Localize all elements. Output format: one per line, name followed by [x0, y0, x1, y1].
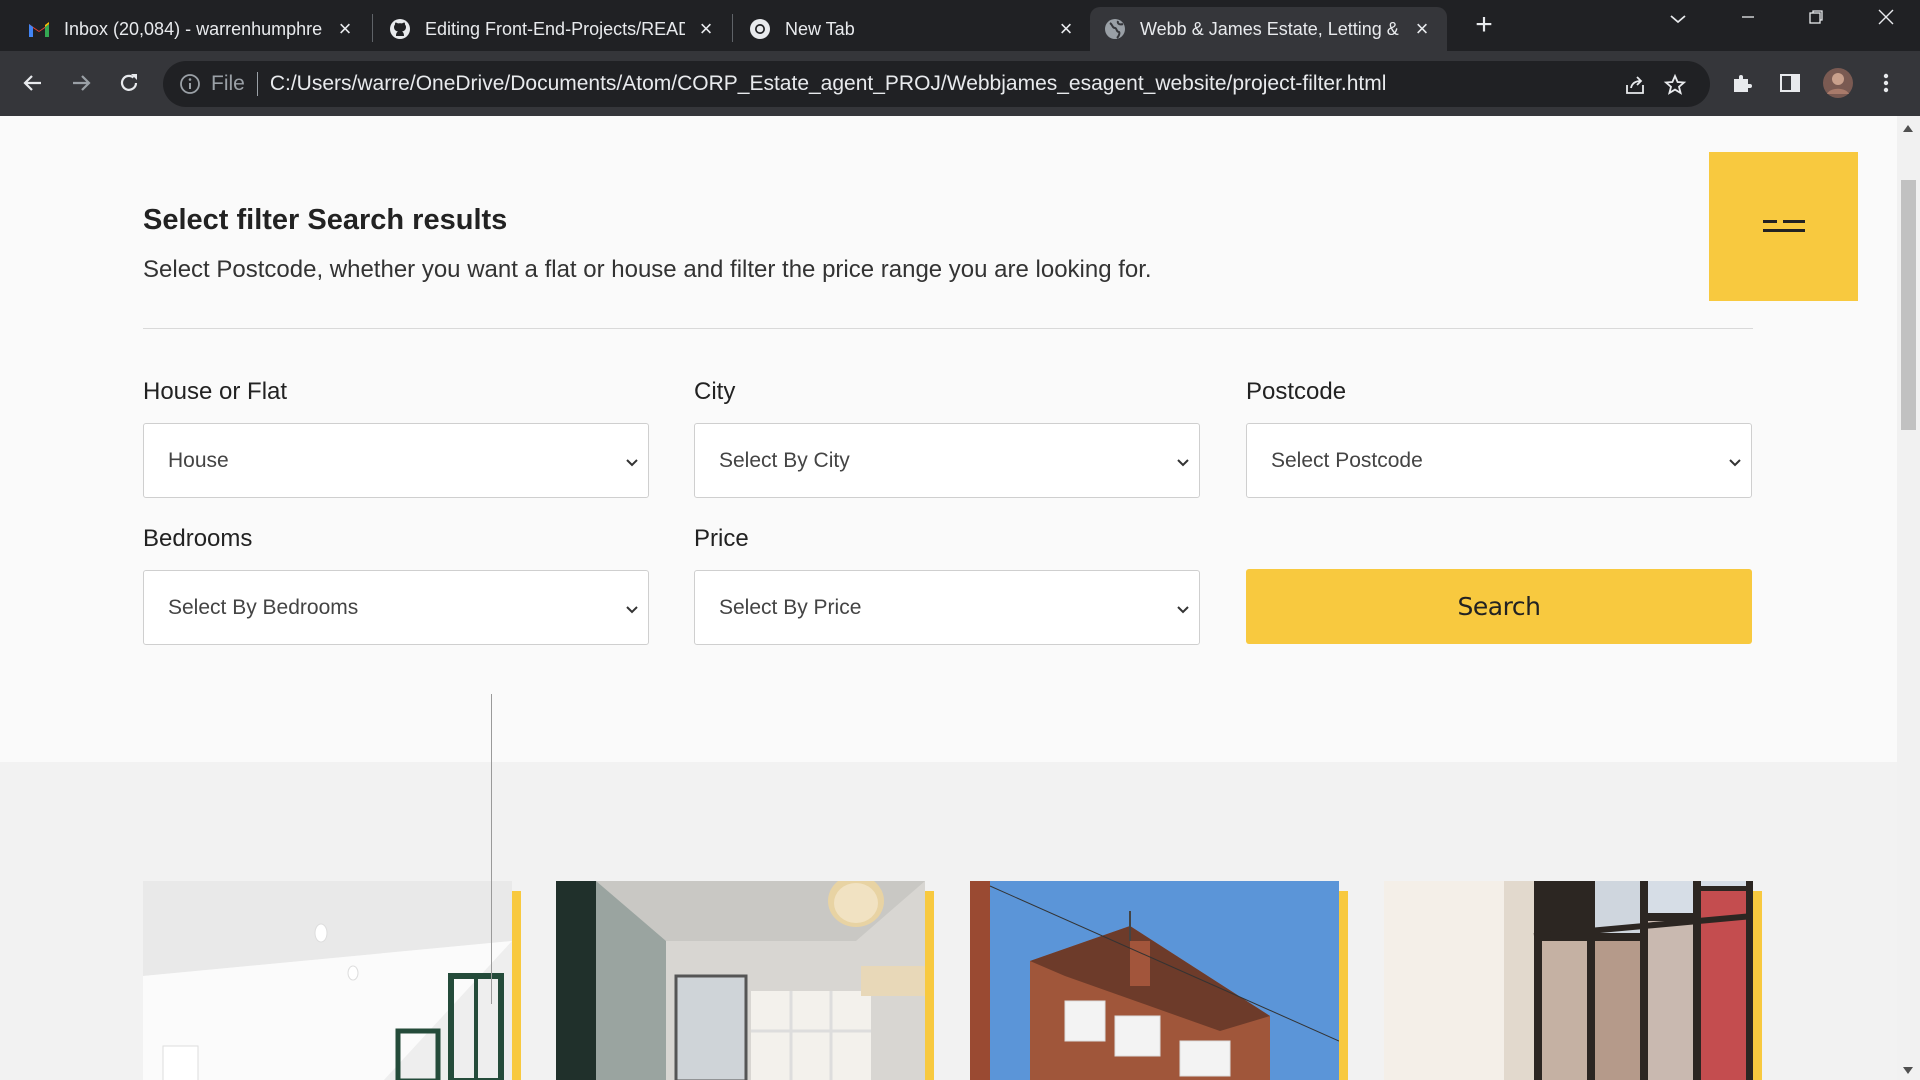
chevron-down-icon: [1175, 599, 1191, 615]
select-price[interactable]: Select By Price: [694, 570, 1200, 645]
close-icon[interactable]: ×: [334, 18, 356, 40]
restore-icon[interactable]: [1796, 8, 1836, 38]
bookmark-star-icon[interactable]: [1660, 70, 1690, 100]
page-subtitle: Select Postcode, whether you want a flat…: [143, 256, 1152, 283]
chevron-down-icon: [1727, 452, 1743, 468]
menu-dots-icon[interactable]: [1870, 67, 1902, 99]
card-accent: [1339, 891, 1348, 1080]
info-icon[interactable]: [179, 73, 201, 95]
back-icon[interactable]: [15, 65, 51, 101]
tab-separator: [372, 14, 373, 42]
close-icon[interactable]: ×: [1055, 18, 1077, 40]
label-postcode: Postcode: [1246, 378, 1347, 405]
property-photo[interactable]: [1384, 881, 1753, 1080]
scroll-down-icon[interactable]: [1903, 1067, 1913, 1074]
chrome-icon: [749, 18, 771, 40]
tab-new-tab[interactable]: New Tab ×: [735, 7, 1091, 51]
selected-value: Select By Bedrooms: [168, 595, 359, 619]
select-house-or-flat[interactable]: House: [143, 423, 649, 498]
divider: [143, 328, 1753, 329]
divider: [491, 694, 492, 1004]
scroll-thumb[interactable]: [1901, 180, 1916, 430]
address-bar[interactable]: File C:/Users/warre/OneDrive/Documents/A…: [163, 61, 1710, 107]
label-bedrooms: Bedrooms: [143, 525, 253, 552]
card-accent: [925, 891, 934, 1080]
tab-gmail[interactable]: Inbox (20,084) - warrenhumphre ×: [14, 7, 370, 51]
label-price: Price: [694, 525, 749, 552]
selected-value: Select By City: [719, 448, 850, 472]
property-card[interactable]: [143, 881, 521, 1080]
avatar[interactable]: [1822, 67, 1854, 99]
chevron-down-icon: [624, 599, 640, 615]
minimize-icon[interactable]: [1728, 8, 1768, 38]
globe-icon: [1104, 18, 1126, 40]
chevron-down-icon: [1175, 452, 1191, 468]
tab-search-icon[interactable]: [1658, 8, 1698, 38]
gmail-icon: [28, 18, 50, 40]
tab-title: Webb & James Estate, Letting &: [1140, 18, 1399, 39]
tab-title: Inbox (20,084) - warrenhumphre: [64, 18, 323, 39]
card-accent: [1753, 891, 1762, 1080]
selected-value: Select By Price: [719, 595, 862, 619]
label-city: City: [694, 378, 736, 405]
select-bedrooms[interactable]: Select By Bedrooms: [143, 570, 649, 645]
chevron-down-icon: [624, 452, 640, 468]
property-photo[interactable]: [556, 881, 925, 1080]
card-accent: [512, 891, 521, 1080]
share-icon[interactable]: [1620, 70, 1650, 100]
url-text[interactable]: C:/Users/warre/OneDrive/Documents/Atom/C…: [270, 72, 1387, 96]
scheme-label: File: [211, 72, 245, 95]
hamburger-icon: [1762, 219, 1805, 234]
close-icon[interactable]: ×: [1411, 18, 1433, 40]
forward-icon[interactable]: [63, 65, 99, 101]
property-card[interactable]: [556, 881, 934, 1080]
scroll-up-icon[interactable]: [1903, 125, 1913, 132]
tab-strip: Inbox (20,084) - warrenhumphre × Editing…: [0, 0, 1920, 51]
select-postcode[interactable]: Select Postcode: [1246, 423, 1752, 498]
page-title: Select filter Search results: [143, 204, 508, 236]
property-card[interactable]: [1384, 881, 1762, 1080]
search-button[interactable]: Search: [1246, 569, 1752, 644]
select-city[interactable]: Select By City: [694, 423, 1200, 498]
extensions-icon[interactable]: [1726, 67, 1758, 99]
property-card[interactable]: [970, 881, 1348, 1080]
property-photo[interactable]: [970, 881, 1339, 1080]
selected-value: Select Postcode: [1271, 448, 1423, 472]
page-viewport: Select filter Search results Select Post…: [0, 116, 1897, 1080]
tab-webb-james[interactable]: Webb & James Estate, Letting & ×: [1090, 7, 1447, 51]
close-window-icon[interactable]: [1866, 8, 1906, 38]
browser-toolbar: File C:/Users/warre/OneDrive/Documents/A…: [0, 51, 1920, 116]
divider: [256, 72, 258, 96]
new-tab-button[interactable]: +: [1468, 10, 1500, 42]
label-house-or-flat: House or Flat: [143, 378, 288, 405]
side-panel-icon[interactable]: [1774, 67, 1806, 99]
tab-title: New Tab: [785, 18, 855, 39]
tab-separator: [732, 14, 733, 42]
close-icon[interactable]: ×: [695, 18, 717, 40]
page-scrollbar[interactable]: [1897, 116, 1920, 1080]
tab-title: Editing Front-End-Projects/READ: [425, 18, 685, 39]
github-icon: [389, 18, 411, 40]
reload-icon[interactable]: [111, 65, 147, 101]
tab-github[interactable]: Editing Front-End-Projects/READ ×: [375, 7, 731, 51]
menu-toggle-button[interactable]: [1709, 152, 1858, 301]
selected-value: House: [168, 448, 229, 472]
property-photo[interactable]: [143, 881, 512, 1080]
